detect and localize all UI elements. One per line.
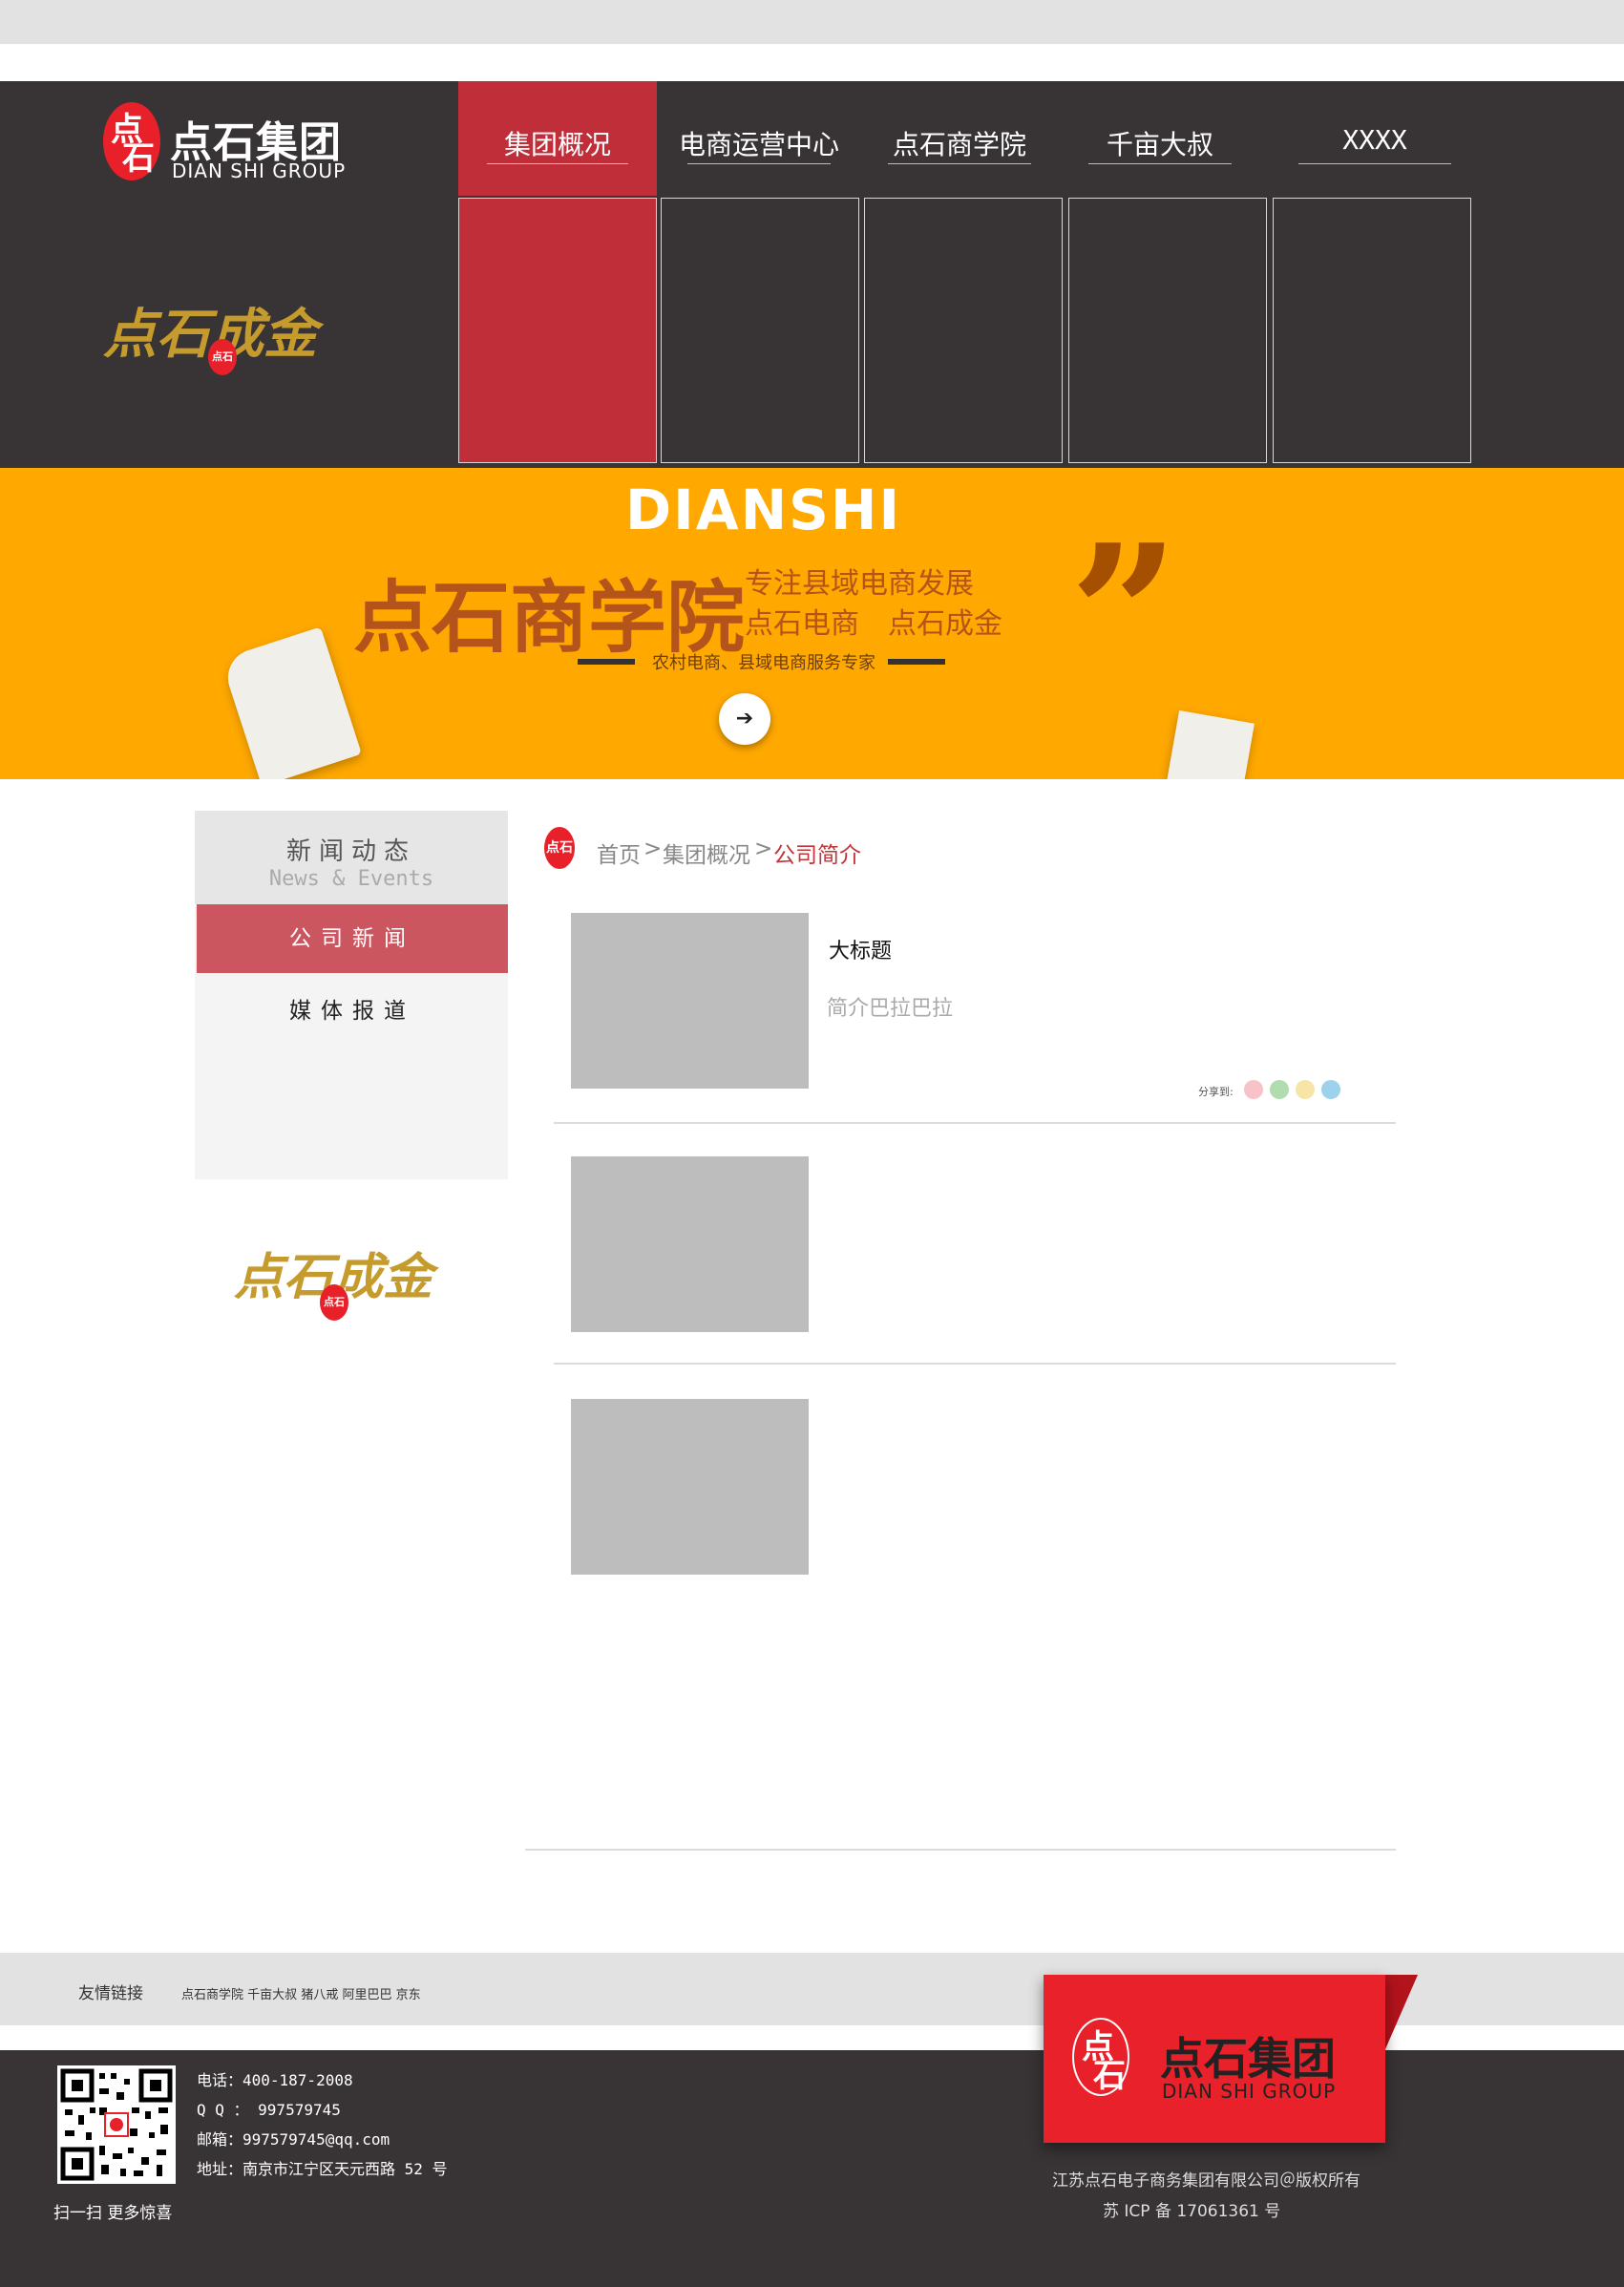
sidebar-item-company-news[interactable]: 公司新闻 (197, 904, 508, 973)
banner-arrow-button[interactable]: ➔ (719, 693, 770, 745)
nav-label: 集团概况 (503, 129, 611, 160)
sidebar-subtitle: News & Events (268, 867, 434, 891)
nav-item-xxxx[interactable]: XXXX (1270, 81, 1480, 196)
article-thumbnail[interactable] (571, 913, 809, 1089)
news-sidebar: 新闻动态 News & Events 公司新闻 媒体报道 (195, 811, 508, 1179)
slogan-art: 点石成金 点石 (103, 253, 390, 396)
sidebar-title: 新闻动态 (285, 837, 416, 866)
breadcrumb-current: 公司简介 (773, 843, 861, 868)
icp-text: 苏 ICP 备 17061361 号 (1103, 2202, 1281, 2221)
footer-brand-en: DIAN SHI GROUP (1162, 2080, 1337, 2103)
footer-brand-cn: 点石集团 (1160, 2033, 1336, 2085)
contact-info: 电话：400-187-2008 Q Q ： 997579745 邮箱：99757… (197, 2065, 448, 2184)
nav-item-qianmu-dashu[interactable]: 千亩大叔 (1060, 81, 1260, 196)
friend-link[interactable]: 点石商学院 (181, 1988, 243, 2002)
nav-card-qianmu-dashu[interactable] (1068, 198, 1267, 463)
brand-logo[interactable]: 点 石 点石集团 DIAN SHI GROUP (103, 102, 380, 188)
article-divider (554, 1363, 1396, 1365)
contact-address: 地址：南京市江宁区天元西路 52 号 (197, 2160, 448, 2178)
breadcrumb: 点石 首页 > 集团概况 > 公司简介 (544, 827, 1213, 875)
copyright-text: 江苏点石电子商务集团有限公司＠版权所有 (1052, 2171, 1360, 2191)
friend-link[interactable]: 猪八戒 (301, 1988, 338, 2002)
tencent-weibo-icon[interactable] (1321, 1080, 1340, 1099)
article-summary: 简介巴拉巴拉 (827, 997, 954, 1021)
sidebar-header: 新闻动态 News & Events (195, 811, 508, 904)
site-header: 点 石 点石集团 DIAN SHI GROUP 点石成金 点石 集团概况 电商运… (0, 81, 1624, 468)
friend-link[interactable]: 千亩大叔 (247, 1988, 297, 2002)
breadcrumb-group-overview[interactable]: 集团概况 (663, 836, 750, 869)
qr-caption: 扫一扫 更多惊喜 (53, 2204, 173, 2223)
footer-logo-seal-icon: 点 石 (1072, 2018, 1129, 2096)
nav-label: 电商运营中心 (678, 129, 839, 160)
banner-line-2: 点石电商 点石成金 (745, 607, 1002, 641)
paper-decoration-left (221, 626, 362, 779)
article-thumbnail[interactable] (571, 1156, 809, 1332)
breadcrumb-seal-icon: 点石 (544, 827, 575, 869)
contact-email[interactable]: 邮箱：997579745@qq.com (197, 2125, 448, 2154)
logo-name-en: DIAN SHI GROUP (172, 159, 347, 182)
tagline-dash-right (888, 659, 945, 665)
share-label: 分享到: (1198, 1086, 1234, 1098)
breadcrumb-separator-icon: > (754, 836, 773, 861)
quote-mark-icon: ” (1069, 503, 1180, 728)
nav-label: 千亩大叔 (1106, 129, 1213, 160)
nav-item-business-school[interactable]: 点石商学院 (859, 81, 1060, 196)
banner-line-1: 专注县域电商发展 (745, 567, 974, 601)
footer-seal-char-bottom: 石 (1093, 2057, 1126, 2095)
contact-qq: Q Q ： 997579745 (197, 2101, 341, 2119)
wechat-icon[interactable] (1270, 1080, 1289, 1099)
banner-tagline: 农村电商、县域电商服务专家 (652, 653, 875, 673)
nav-card-ecommerce-center[interactable] (661, 198, 859, 463)
sidebar-item-media-reports[interactable]: 媒体报道 (197, 977, 508, 1046)
article-title[interactable]: 大标题 (829, 934, 892, 964)
logo-seal-icon: 点 石 (103, 102, 160, 180)
nav-item-group-overview[interactable]: 集团概况 (458, 81, 657, 196)
breadcrumb-separator-icon: > (643, 836, 663, 861)
content-bottom-divider (525, 1849, 1396, 1851)
tagline-dash-left (578, 659, 635, 665)
nav-item-ecommerce-center[interactable]: 电商运营中心 (659, 81, 859, 196)
brand-box-fold (1385, 1975, 1418, 2049)
contact-phone: 电话：400-187-2008 (197, 2071, 353, 2089)
nav-card-business-school[interactable] (864, 198, 1063, 463)
friend-links-label: 友情链接 (78, 1984, 143, 2003)
friend-link[interactable]: 京东 (396, 1988, 421, 2002)
friend-links-list: 点石商学院 千亩大叔 猪八戒 阿里巴巴 京东 (181, 1984, 421, 2002)
breadcrumb-home[interactable]: 首页 (597, 836, 641, 869)
qzone-icon[interactable] (1296, 1080, 1315, 1099)
footer-brand-box: 点 石 点石集团 DIAN SHI GROUP (1044, 1975, 1385, 2143)
weibo-icon[interactable] (1244, 1080, 1263, 1099)
nav-card-xxxx[interactable] (1273, 198, 1471, 463)
hero-banner: DIANSHI 点石商学院 专注县域电商发展 点石电商 点石成金 ” 农村电商、… (0, 468, 1624, 779)
slogan-seal-icon: 点石 (208, 339, 237, 375)
article-thumbnail[interactable] (571, 1399, 809, 1575)
article-divider (554, 1122, 1396, 1124)
logo-seal-char-bottom: 石 (122, 139, 155, 178)
sidebar-slogan-seal-icon: 点石 (320, 1284, 348, 1321)
top-strip (0, 0, 1624, 44)
banner-brand-word: DIANSHI (625, 477, 902, 542)
nav-label: 点石商学院 (892, 129, 1026, 160)
qr-code-icon (57, 2065, 176, 2184)
friend-link[interactable]: 阿里巴巴 (342, 1988, 391, 2002)
sidebar-slogan-art: 点石成金 点石 (234, 1213, 473, 1337)
nav-label: XXXX (1342, 124, 1407, 156)
nav-card-group-overview[interactable] (458, 198, 657, 463)
